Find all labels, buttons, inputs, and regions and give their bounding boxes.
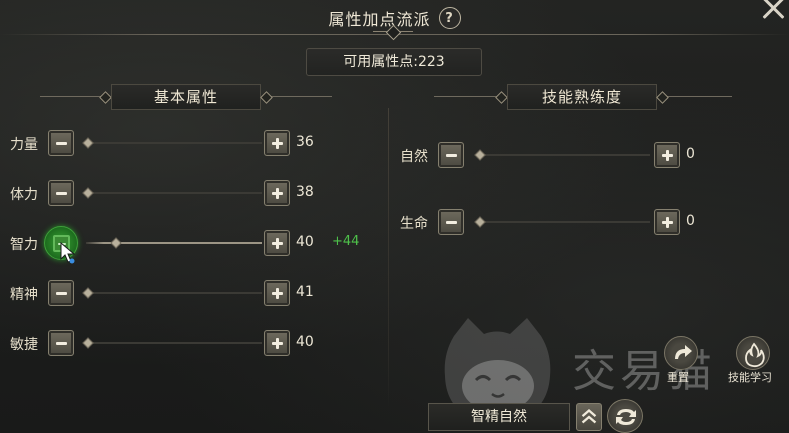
attr-row-agility: 敏捷 40 bbox=[10, 330, 380, 360]
increase-button[interactable] bbox=[264, 180, 290, 206]
column-divider bbox=[388, 108, 389, 408]
decrease-button[interactable] bbox=[48, 130, 74, 156]
attr-label: 体力 bbox=[10, 187, 38, 203]
title-ornament bbox=[373, 31, 413, 39]
attr-value: 38 bbox=[296, 184, 314, 200]
header-ornament-right bbox=[662, 96, 732, 97]
attr-value: 40 bbox=[296, 334, 314, 350]
skill-value: 0 bbox=[686, 213, 695, 229]
decrease-button[interactable] bbox=[438, 142, 464, 168]
decrease-button[interactable] bbox=[48, 280, 74, 306]
skill-learn-label: 技能学习 bbox=[728, 371, 772, 384]
header-ornament-right bbox=[266, 96, 332, 97]
question-circle-icon[interactable]: ? bbox=[438, 7, 461, 29]
flame-icon bbox=[745, 342, 765, 368]
attr-row-spirit: 精神 41 bbox=[10, 280, 380, 310]
attr-value: 40 bbox=[296, 234, 314, 250]
attr-slider-knob[interactable] bbox=[110, 237, 122, 249]
attr-slider-knob[interactable] bbox=[82, 187, 94, 199]
skill-proficiency-header: 技能熟练度 bbox=[507, 84, 657, 110]
skill-slider-track[interactable] bbox=[478, 221, 650, 223]
skill-row-nature: 自然 0 bbox=[400, 142, 700, 172]
attr-slider-knob[interactable] bbox=[82, 137, 94, 149]
attr-slider-track[interactable] bbox=[86, 142, 262, 144]
attr-row-strength: 力量 36 bbox=[10, 130, 380, 160]
close-icon[interactable] bbox=[759, 0, 787, 22]
increase-button[interactable] bbox=[264, 330, 290, 356]
increase-button[interactable] bbox=[264, 230, 290, 256]
attr-label: 智力 bbox=[10, 237, 38, 253]
attr-label: 力量 bbox=[10, 137, 38, 153]
basic-attributes-header: 基本属性 bbox=[111, 84, 261, 110]
attr-label: 敏捷 bbox=[10, 337, 38, 353]
attr-slider-track[interactable] bbox=[86, 342, 262, 344]
skill-row-life: 生命 0 bbox=[400, 209, 700, 239]
increase-button[interactable] bbox=[264, 130, 290, 156]
attr-slider-knob[interactable] bbox=[82, 337, 94, 349]
reset-button[interactable] bbox=[664, 336, 698, 370]
available-points: 可用属性点:223 bbox=[306, 48, 482, 76]
reset-arrow-icon bbox=[675, 345, 692, 359]
skill-slider-knob[interactable] bbox=[474, 149, 486, 161]
attr-slider-knob[interactable] bbox=[82, 287, 94, 299]
attr-value: 41 bbox=[296, 284, 314, 300]
skill-label: 自然 bbox=[400, 149, 428, 165]
attr-row-stamina: 体力 38 bbox=[10, 180, 380, 210]
skill-value: 0 bbox=[686, 146, 695, 162]
increase-button[interactable] bbox=[654, 209, 680, 235]
attr-slider-track[interactable] bbox=[86, 192, 262, 194]
expand-up-button[interactable] bbox=[576, 403, 602, 431]
double-chevron-up-icon bbox=[581, 409, 597, 424]
reset-label: 重置 bbox=[667, 371, 689, 384]
switch-scheme-button[interactable] bbox=[607, 399, 643, 433]
header-ornament-left bbox=[434, 96, 502, 97]
swap-arrows-icon bbox=[616, 409, 636, 425]
window-title: 属性加点流派 bbox=[328, 10, 431, 29]
increase-button[interactable] bbox=[654, 142, 680, 168]
decrease-button[interactable] bbox=[48, 180, 74, 206]
decrease-button[interactable] bbox=[438, 209, 464, 235]
skill-learn-button[interactable] bbox=[736, 336, 770, 370]
skill-slider-track[interactable] bbox=[478, 154, 650, 156]
build-scheme-name[interactable]: 智精自然 bbox=[428, 403, 570, 431]
pointer-cursor-icon bbox=[60, 242, 76, 264]
header-ornament-left bbox=[40, 96, 106, 97]
decrease-button[interactable] bbox=[48, 330, 74, 356]
attr-slider-track[interactable] bbox=[86, 292, 262, 294]
increase-button[interactable] bbox=[264, 280, 290, 306]
attr-value: 36 bbox=[296, 134, 314, 150]
skill-label: 生命 bbox=[400, 216, 428, 232]
attr-bonus: +44 bbox=[332, 234, 360, 249]
attr-label: 精神 bbox=[10, 287, 38, 303]
attribute-panel: 属性加点流派 ? 可用属性点:223 基本属性 技能熟练度 力量 36 体力 3… bbox=[0, 0, 789, 433]
skill-slider-knob[interactable] bbox=[474, 216, 486, 228]
